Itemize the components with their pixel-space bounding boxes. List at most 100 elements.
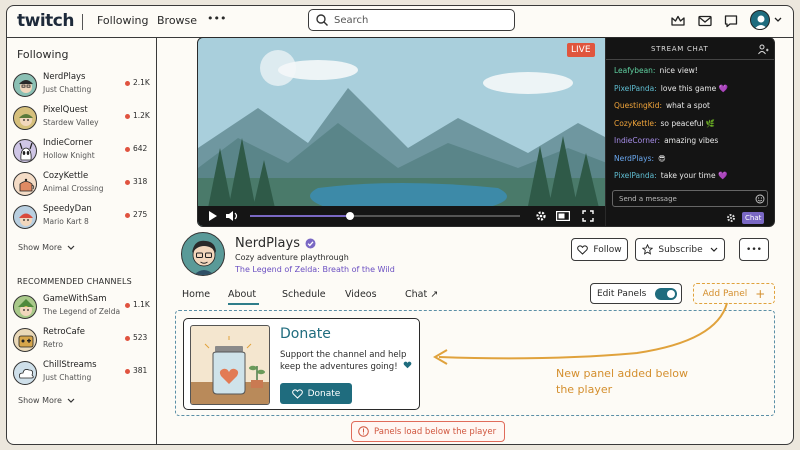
live-dot xyxy=(125,147,130,152)
chat-username[interactable]: CozyKettle: xyxy=(614,119,656,128)
sidebar-channel-item[interactable]: GameWithSam The Legend of Zelda 1.1K xyxy=(13,293,153,323)
nav-divider xyxy=(82,14,83,30)
channel-game: Just Chatting xyxy=(43,85,92,94)
viewer-count: 642 xyxy=(133,144,148,153)
channel-game: Hollow Knight xyxy=(43,151,95,160)
chat-username[interactable]: PixelPanda: xyxy=(614,84,657,93)
search-input[interactable]: Search xyxy=(308,9,515,31)
chevron-down-icon[interactable] xyxy=(774,17,782,23)
follow-label: Follow xyxy=(593,244,622,255)
stream-game-link[interactable]: The Legend of Zelda: Breath of the Wild xyxy=(235,265,395,274)
chat-username[interactable]: NerdPlays: xyxy=(614,154,654,163)
sidebar-channel-item[interactable]: ChillStreams Just Chatting 381 xyxy=(13,359,153,389)
seek-bar[interactable] xyxy=(250,212,520,220)
subscribe-button[interactable]: Subscribe xyxy=(635,238,725,261)
seek-handle[interactable] xyxy=(345,212,354,220)
nav-browse-link[interactable]: Browse xyxy=(157,14,197,27)
sidebar: Following NerdPlays Just Chatting 2.1K P… xyxy=(7,38,157,444)
live-dot xyxy=(125,180,130,185)
tab-schedule[interactable]: Schedule xyxy=(282,289,326,300)
chat-message-text: take your time 💜 xyxy=(660,171,728,180)
video-player[interactable]: LIVE xyxy=(197,37,606,227)
live-badge: LIVE xyxy=(567,43,595,57)
sidebar-channel-item[interactable]: NerdPlays Just Chatting 2.1K xyxy=(13,71,153,101)
top-nav: twitch Following Browse ••• Search xyxy=(7,6,793,38)
viewer-count: 523 xyxy=(133,333,148,342)
donate-title: Donate xyxy=(280,326,331,342)
chat-message: Leafybean: nice view! xyxy=(614,66,698,75)
emoji-icon[interactable] xyxy=(755,194,765,204)
sidebar-channel-item[interactable]: PixelQuest Stardew Valley 1.2K xyxy=(13,104,153,134)
donate-button-label: Donate xyxy=(307,388,341,399)
chat-message: PixelPanda: love this game 💜 xyxy=(614,84,728,93)
chat-message: PixelPanda: take your time 💜 xyxy=(614,171,727,180)
live-dot xyxy=(125,303,130,308)
chat-message: IndieCorner: amazing vibes xyxy=(614,136,718,145)
nav-more-button[interactable]: ••• xyxy=(207,12,226,25)
viewer-count: 381 xyxy=(133,366,148,375)
channel-name: RetroCafe xyxy=(43,327,85,337)
channel-name: NerdPlays xyxy=(235,236,300,251)
chat-send-button[interactable]: Chat xyxy=(742,212,765,224)
sidebar-channel-item[interactable]: RetroCafe Retro 523 xyxy=(13,326,153,356)
chat-username[interactable]: QuestingKid: xyxy=(614,101,662,110)
user-icon xyxy=(754,15,768,29)
search-placeholder: Search xyxy=(334,14,369,26)
edit-panels-toggle[interactable] xyxy=(655,288,677,300)
chat-username[interactable]: PixelPanda: xyxy=(614,171,657,180)
channel-avatar-large[interactable] xyxy=(181,232,225,276)
chat-message-input[interactable]: Send a message xyxy=(612,190,768,207)
tab-home[interactable]: Home xyxy=(182,289,210,300)
sidebar-channel-item[interactable]: IndieCorner Hollow Knight 642 xyxy=(13,137,153,167)
show-more-button[interactable]: Show More xyxy=(18,243,75,252)
heart-icon xyxy=(403,361,412,369)
channel-more-button[interactable]: ••• xyxy=(739,238,769,261)
nav-following-link[interactable]: Following xyxy=(97,14,149,27)
mail-icon[interactable] xyxy=(697,13,713,29)
twitch-logo[interactable]: twitch xyxy=(17,11,74,31)
viewer-count: 1.2K xyxy=(133,111,150,120)
follow-button[interactable]: Follow xyxy=(571,238,628,261)
annotation-line-1: New panel added below xyxy=(556,367,688,380)
viewer-count: 318 xyxy=(133,177,148,186)
tab-about[interactable]: About xyxy=(228,289,256,300)
tab-chat[interactable]: Chat ↗ xyxy=(405,289,438,300)
settings-gear-icon[interactable] xyxy=(535,210,547,222)
add-panel-label: Add Panel xyxy=(702,288,748,299)
crown-icon[interactable] xyxy=(670,13,686,29)
sidebar-channel-item[interactable]: SpeedyDan Mario Kart 8 275 xyxy=(13,203,153,233)
show-more-button[interactable]: Show More xyxy=(18,396,75,405)
show-more-label: Show More xyxy=(18,243,62,252)
panels-notice: Panels load below the player xyxy=(351,421,506,442)
more-options-icon: ••• xyxy=(746,244,762,255)
channel-avatar xyxy=(13,361,37,385)
user-avatar[interactable] xyxy=(750,10,770,30)
chat-message: QuestingKid: what a spot xyxy=(614,101,710,110)
active-tab-indicator xyxy=(228,303,259,305)
users-icon[interactable] xyxy=(758,44,769,55)
donate-description-text: Support the channel and help keep the ad… xyxy=(280,350,407,372)
chat-username[interactable]: IndieCorner: xyxy=(614,136,660,145)
theatre-mode-icon[interactable] xyxy=(556,211,570,221)
sidebar-channel-item[interactable]: CozyKettle Animal Crossing 318 xyxy=(13,170,153,200)
chat-username[interactable]: Leafybean: xyxy=(614,66,655,75)
chevron-down-icon xyxy=(67,398,75,403)
channel-avatar xyxy=(13,139,37,163)
stream-title: Cozy adventure playthrough xyxy=(235,253,349,262)
volume-icon[interactable] xyxy=(226,211,240,221)
channel-name: PixelQuest xyxy=(43,105,88,115)
channel-game: Retro xyxy=(43,340,63,349)
donate-button[interactable]: Donate xyxy=(280,383,352,404)
channel-game: Just Chatting xyxy=(43,373,92,382)
chat-title: STREAM CHAT xyxy=(651,45,709,53)
fullscreen-icon[interactable] xyxy=(582,210,594,222)
play-icon[interactable] xyxy=(208,211,218,221)
live-dot xyxy=(125,114,130,119)
chat-settings-gear-icon[interactable] xyxy=(726,213,736,223)
channel-game: The Legend of Zelda xyxy=(43,307,121,316)
chat-message-text: 😎 xyxy=(658,153,666,163)
tab-videos[interactable]: Videos xyxy=(345,289,377,300)
annotation-line-2: the player xyxy=(556,383,613,396)
channel-name: NerdPlays xyxy=(43,72,86,82)
chat-bubble-icon[interactable] xyxy=(723,13,739,29)
